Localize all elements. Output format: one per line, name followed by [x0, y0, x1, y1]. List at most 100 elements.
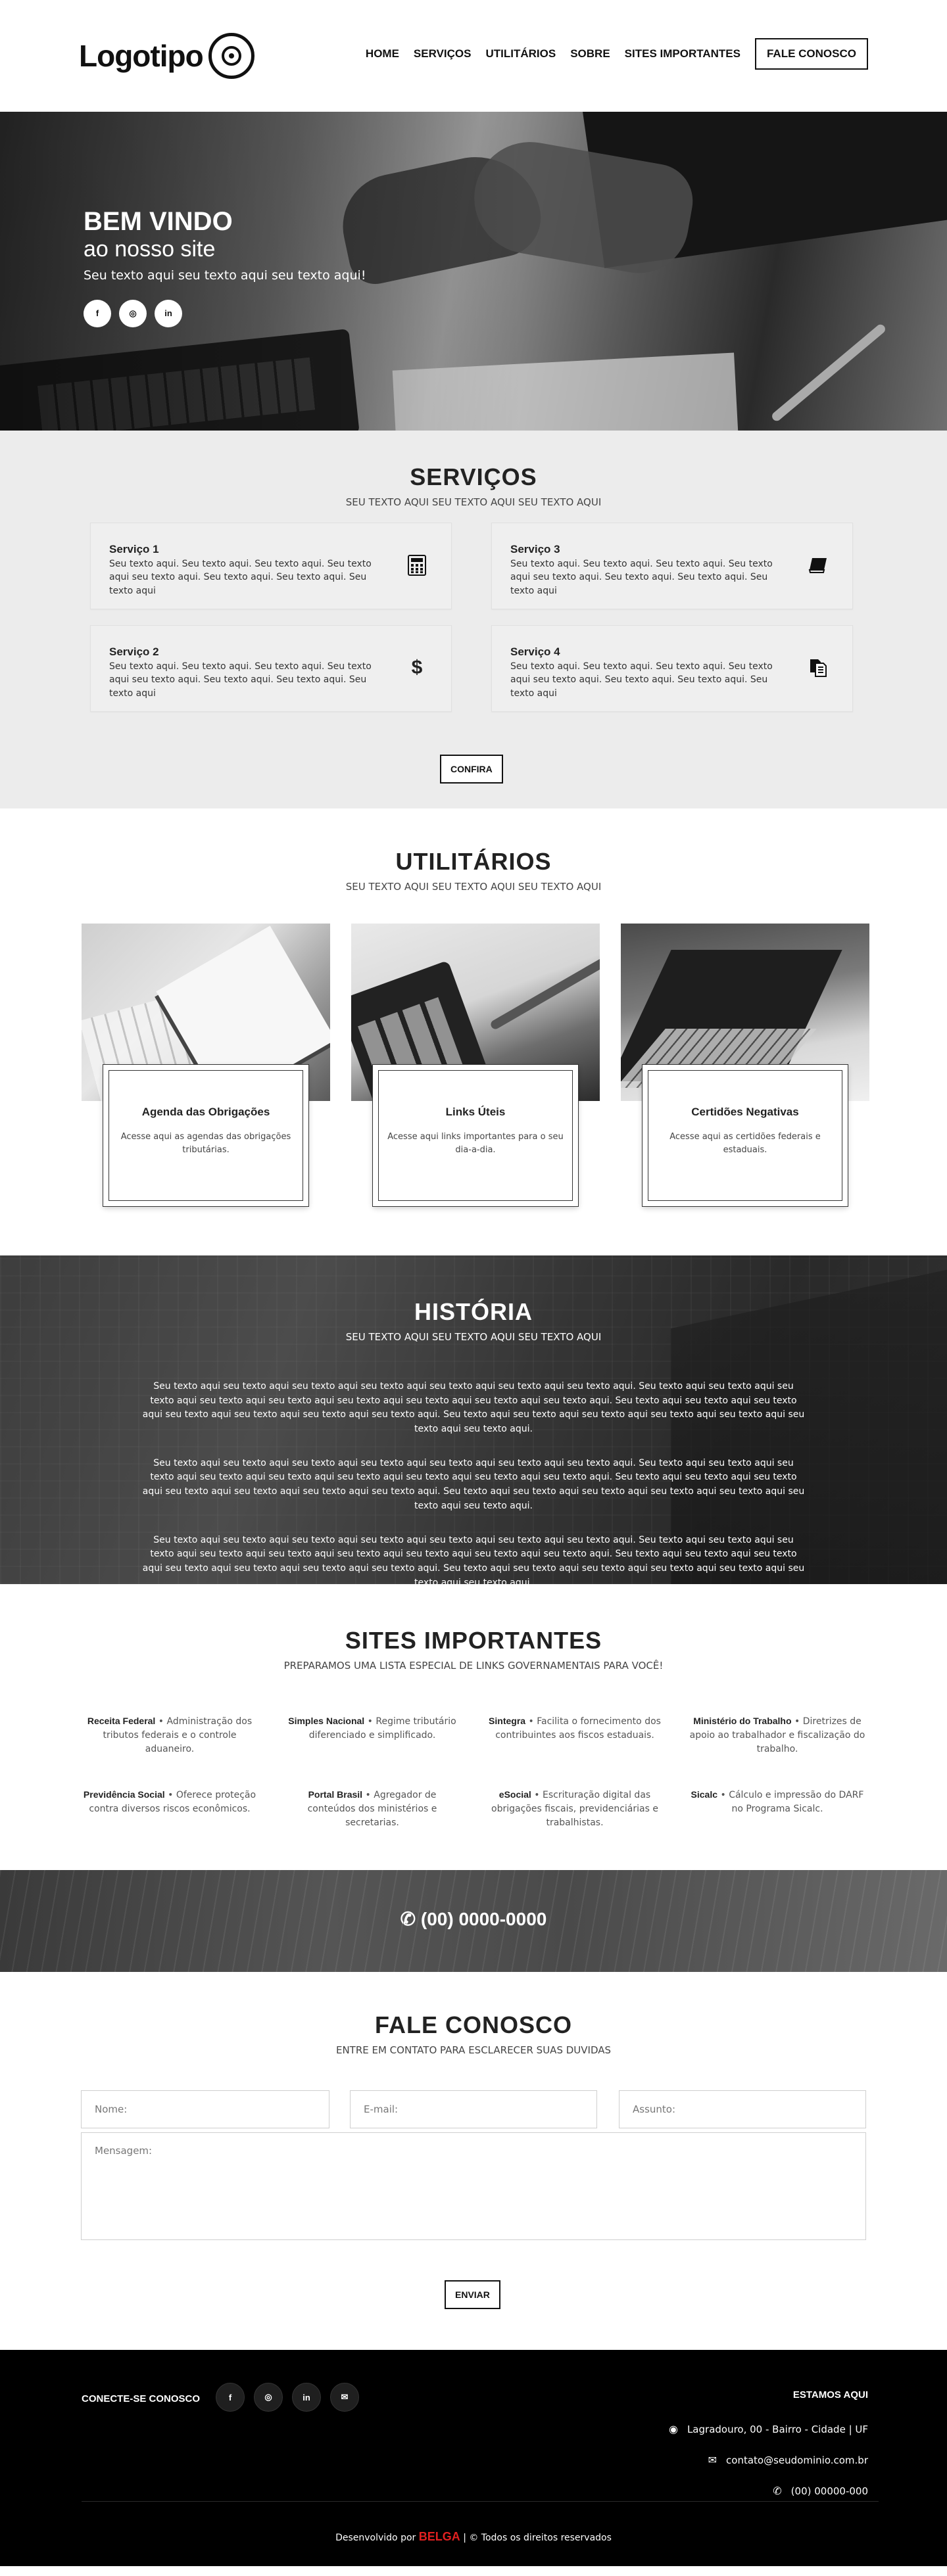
- site-name: Sintegra: [489, 1716, 526, 1726]
- site-name: eSocial: [498, 1789, 531, 1800]
- utilitarios-grid: Agenda das Obrigações Acesse aqui as age…: [82, 924, 869, 1206]
- phone-text: (00) 0000-0000: [420, 1909, 547, 1929]
- hero-title: BEM VINDO: [84, 207, 233, 236]
- nav-fale-conosco-button[interactable]: FALE CONOSCO: [754, 38, 868, 70]
- utilitario-text: Acesse aqui as certidões federais e esta…: [669, 1132, 821, 1155]
- servico-card[interactable]: Serviço 1 Seu texto aqui. Seu texto aqui…: [90, 523, 452, 609]
- site-link[interactable]: Sicalc • Cálculo e impressão do DARF no …: [689, 1788, 865, 1830]
- documents-icon: [806, 656, 830, 680]
- servico-card[interactable]: Serviço 2 Seu texto aqui. Seu texto aqui…: [90, 625, 452, 712]
- credit-prefix: Desenvolvido por: [335, 2533, 416, 2543]
- nav-utilitarios[interactable]: UTILITÁRIOS: [485, 47, 556, 60]
- message-field[interactable]: [81, 2132, 866, 2240]
- name-field[interactable]: [81, 2090, 329, 2128]
- hero-banner: BEM VINDO ao nosso site Seu texto aqui s…: [0, 112, 947, 431]
- servico-text: Seu texto aqui. Seu texto aqui. Seu text…: [109, 661, 372, 699]
- utilitario-card[interactable]: Certidões Negativas Acesse aqui as certi…: [621, 924, 869, 1206]
- facebook-icon[interactable]: f: [84, 299, 111, 327]
- enviar-button[interactable]: ENVIAR: [445, 2280, 500, 2309]
- book-icon: [806, 553, 830, 577]
- envelope-icon: ✉: [708, 2454, 717, 2466]
- footer-estamos-aqui: ESTAMOS AQUI: [792, 2389, 868, 2400]
- servico-title: Serviço 3: [510, 543, 560, 555]
- site-name: Sicalc: [691, 1789, 718, 1800]
- site-name: Ministério do Trabalho: [693, 1716, 792, 1726]
- servico-card[interactable]: Serviço 4 Seu texto aqui. Seu texto aqui…: [491, 625, 853, 712]
- nav-home[interactable]: HOME: [366, 47, 399, 60]
- utilitario-title: Certidões Negativas: [691, 1106, 799, 1118]
- site-name: Portal Brasil: [308, 1789, 363, 1800]
- footer-address: Lagradouro, 00 - Bairro - Cidade | UF: [687, 2423, 868, 2435]
- nav-sobre[interactable]: SOBRE: [570, 47, 610, 60]
- calculator-icon: [405, 553, 429, 577]
- site-name: Previdência Social: [83, 1789, 165, 1800]
- main-nav: HOME SERVIÇOS UTILITÁRIOS SOBRE SITES IM…: [366, 38, 868, 70]
- utilitario-text: Acesse aqui as agendas das obrigações tr…: [120, 1132, 291, 1155]
- contato-subtitle: ENTRE EM CONTATO PARA ESCLARECER SUAS DU…: [335, 2044, 612, 2056]
- fale-conosco-section: FALE CONOSCO ENTRE EM CONTATO PARA ESCLA…: [0, 1972, 947, 2350]
- footer-connect-label: CONECTE-SE CONOSCO: [82, 2393, 201, 2404]
- phone-icon: ✆: [773, 2485, 782, 2497]
- site-desc: Cálculo e impressão do DARF no Programa …: [729, 1790, 864, 1814]
- servico-text: Seu texto aqui. Seu texto aqui. Seu text…: [109, 559, 372, 596]
- phone-number[interactable]: ✆ (00) 0000-0000: [0, 1908, 947, 1930]
- map-marker-icon: ◉: [668, 2423, 678, 2435]
- utilitarios-subtitle: SEU TEXTO AQUI SEU TEXTO AQUI SEU TEXTO …: [345, 881, 602, 893]
- site-header: Logotipo HOME SERVIÇOS UTILITÁRIOS SOBRE…: [0, 0, 947, 112]
- servico-title: Serviço 1: [109, 543, 159, 555]
- footer-social-links: f ◎ in ✉: [216, 2383, 359, 2412]
- site-link[interactable]: Portal Brasil • Agregador de conteúdos d…: [284, 1788, 460, 1830]
- sites-importantes-section: SITES IMPORTANTES PREPARAMOS UMA LISTA E…: [0, 1584, 947, 1870]
- hero-social-links: f ◎ in: [84, 299, 366, 327]
- site-link[interactable]: Ministério do Trabalho • Diretrizes de a…: [689, 1714, 865, 1756]
- site-link[interactable]: Sintegra • Facilita o fornecimento dos c…: [487, 1714, 663, 1756]
- site-link[interactable]: eSocial • Escrituração digital das obrig…: [487, 1788, 663, 1830]
- site-name: Simples Nacional: [288, 1716, 365, 1726]
- utilitario-text: Acesse aqui links importantes para o seu…: [387, 1132, 564, 1155]
- servico-title: Serviço 4: [510, 645, 560, 658]
- footer-contact-info: ESTAMOS AQUI ◉ Lagradouro, 00 - Bairro - …: [669, 2389, 868, 2516]
- email-icon[interactable]: ✉: [330, 2383, 359, 2412]
- utilitario-card[interactable]: Links Úteis Acesse aqui links importante…: [351, 924, 600, 1206]
- sites-grid: Receita Federal • Administração dos trib…: [82, 1714, 865, 1830]
- facebook-icon[interactable]: f: [216, 2383, 245, 2412]
- utilitario-info-box: Certidões Negativas Acesse aqui as certi…: [643, 1065, 848, 1206]
- phone-icon: ✆: [400, 1909, 416, 1929]
- hero-text: Seu texto aqui seu texto aqui seu texto …: [84, 268, 366, 283]
- linkedin-icon[interactable]: in: [155, 299, 182, 327]
- servicos-subtitle: SEU TEXTO AQUI SEU TEXTO AQUI SEU TEXTO …: [345, 496, 602, 508]
- logo-text: Logotipo: [79, 39, 204, 73]
- phone-strip: ✆ (00) 0000-0000: [0, 1870, 947, 1972]
- utilitario-info-box: Links Úteis Acesse aqui links importante…: [373, 1065, 578, 1206]
- confira-button[interactable]: CONFIRA: [440, 755, 503, 784]
- credit-suffix: | © Todos os direitos reservados: [463, 2533, 612, 2543]
- site-link[interactable]: Simples Nacional • Regime tributário dif…: [284, 1714, 460, 1756]
- logo-target-icon: [208, 33, 255, 79]
- logo[interactable]: Logotipo: [79, 33, 255, 79]
- footer-email[interactable]: contato@seudominio.com.br: [726, 2454, 868, 2466]
- utilitario-title: Agenda das Obrigações: [141, 1106, 270, 1118]
- servicos-title: SERVIÇOS: [410, 463, 537, 490]
- email-field[interactable]: [350, 2090, 597, 2128]
- site-link[interactable]: Previdência Social • Oferece proteção co…: [82, 1788, 258, 1830]
- instagram-icon[interactable]: ◎: [254, 2383, 283, 2412]
- linkedin-icon[interactable]: in: [292, 2383, 321, 2412]
- nav-servicos[interactable]: SERVIÇOS: [414, 47, 472, 60]
- utilitario-title: Links Úteis: [445, 1106, 506, 1118]
- servicos-section: SERVIÇOS SEU TEXTO AQUI SEU TEXTO AQUI S…: [0, 431, 947, 808]
- historia-title: HISTÓRIA: [414, 1298, 533, 1325]
- instagram-icon[interactable]: ◎: [119, 299, 147, 327]
- servico-card[interactable]: Serviço 3 Seu texto aqui. Seu texto aqui…: [491, 523, 853, 609]
- subject-field[interactable]: [619, 2090, 866, 2128]
- hero-content: BEM VINDO ao nosso site Seu texto aqui s…: [84, 207, 366, 327]
- servicos-grid: Serviço 1 Seu texto aqui. Seu texto aqui…: [90, 523, 853, 712]
- utilitario-card[interactable]: Agenda das Obrigações Acesse aqui as age…: [82, 924, 330, 1206]
- site-link[interactable]: Receita Federal • Administração dos trib…: [82, 1714, 258, 1756]
- nav-sites-importantes[interactable]: SITES IMPORTANTES: [625, 47, 741, 60]
- sites-title: SITES IMPORTANTES: [345, 1627, 602, 1654]
- developer-logo[interactable]: BELGA: [419, 2530, 460, 2543]
- historia-section: HISTÓRIA SEU TEXTO AQUI SEU TEXTO AQUI S…: [0, 1255, 947, 1584]
- historia-paragraph: Seu texto aqui seu texto aqui seu texto …: [142, 1457, 805, 1511]
- utilitarios-title: UTILITÁRIOS: [395, 848, 552, 875]
- site-name: Receita Federal: [87, 1716, 156, 1726]
